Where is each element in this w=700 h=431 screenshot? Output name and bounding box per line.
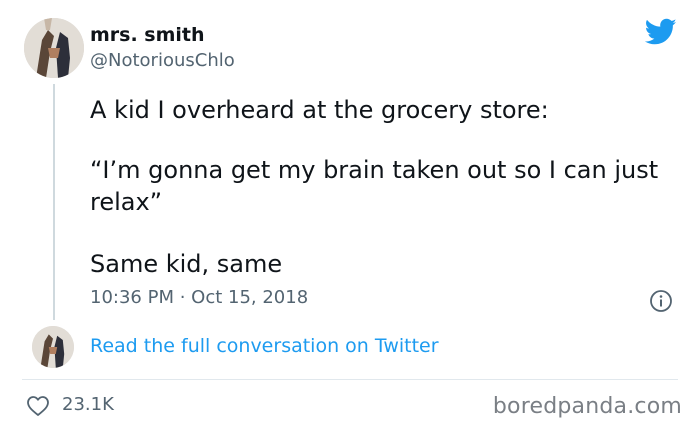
watermark: boredpanda.com [492, 394, 682, 419]
author-name[interactable]: mrs. smith [90, 24, 205, 46]
avatar-photo [24, 18, 84, 78]
thread-connector-line [53, 84, 55, 320]
info-icon[interactable] [649, 289, 673, 313]
tweet-text-quote: “I’m gonna get my brain taken out so I c… [90, 156, 659, 216]
tweet-timestamp[interactable]: 10:36 PM · Oct 15, 2018 [90, 287, 308, 308]
reply-avatar[interactable] [32, 326, 74, 368]
author-handle[interactable]: @NotoriousChlo [90, 50, 235, 71]
tweet-text-line-1: A kid I overheard at the grocery store: [90, 96, 549, 124]
like-count: 23.1K [62, 394, 114, 415]
heart-icon[interactable] [26, 395, 50, 417]
avatar-photo-small [32, 326, 74, 368]
read-conversation-link[interactable]: Read the full conversation on Twitter [90, 335, 439, 357]
tweet-text-line-3: Same kid, same [90, 250, 283, 278]
divider [22, 379, 678, 380]
author-avatar[interactable] [24, 18, 84, 78]
twitter-bird-icon[interactable] [645, 18, 677, 46]
